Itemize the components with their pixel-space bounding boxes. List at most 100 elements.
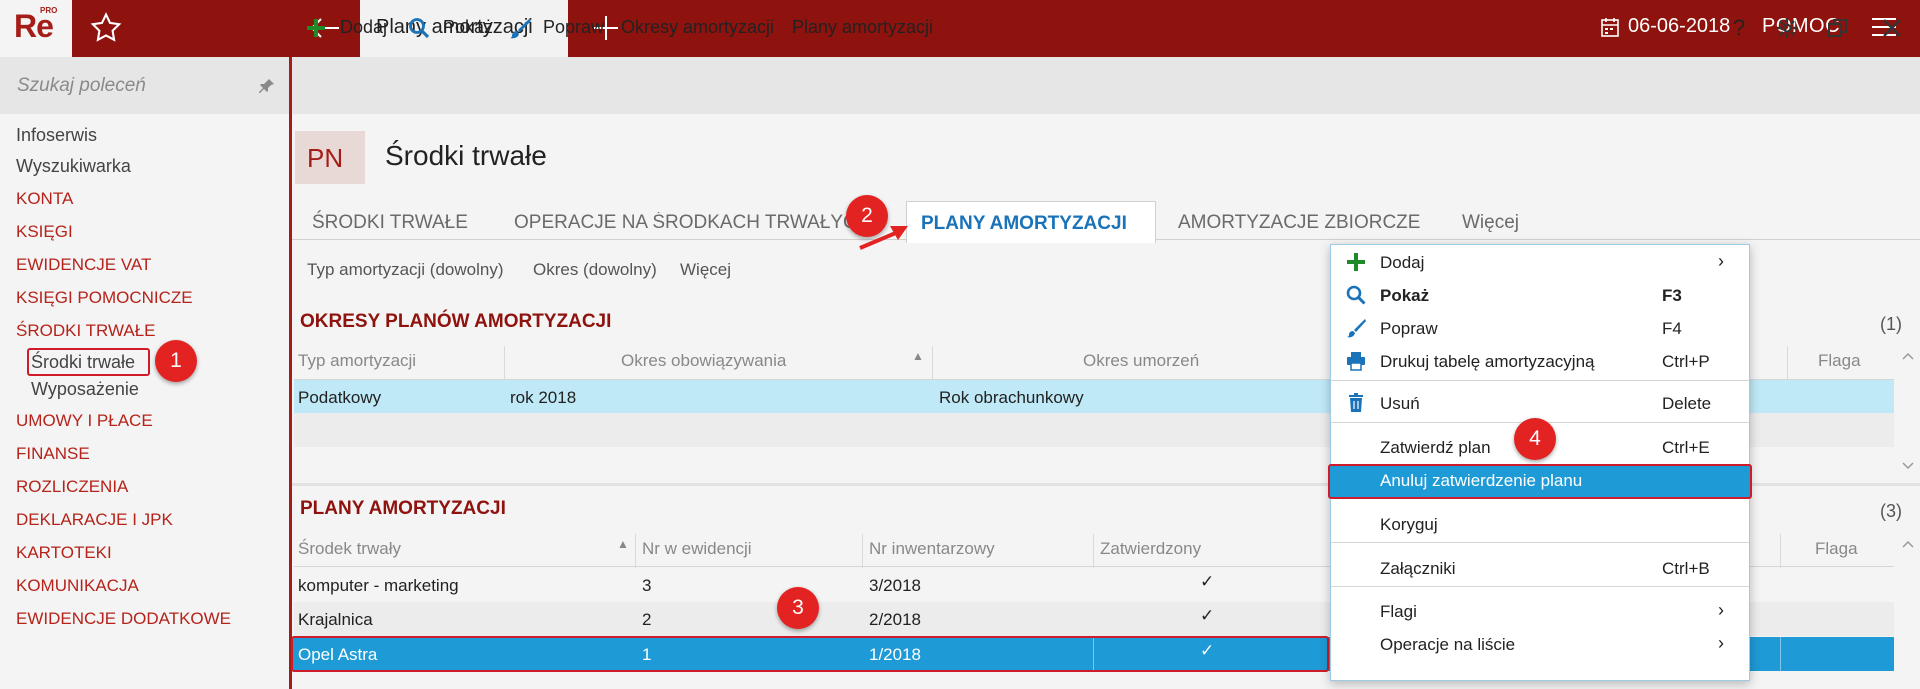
sidebar-item-ewidencje-dodatkowe[interactable]: EWIDENCJE DODATKOWE (16, 609, 231, 629)
col-divider (1093, 534, 1094, 568)
col-divider (862, 534, 863, 568)
col-zatwierdzony[interactable]: Zatwierdzony (1100, 539, 1201, 559)
context-item-flagi[interactable]: Flagi (1380, 602, 1417, 622)
filter-typ-amortyzacji[interactable]: Typ amortyzacji (dowolny) (307, 260, 504, 280)
context-item-drukuj[interactable]: Drukuj tabelę amortyzacyjną (1380, 352, 1594, 372)
plans-table-title: PLANY AMORTYZACJI (300, 498, 506, 519)
context-item-anuluj-zatwierdzenie[interactable]: Anuluj zatwierdzenie planu (1380, 471, 1582, 491)
top-bar: Re PRO Plany amortyzacji 06-06-2018 POMO… (0, 0, 1920, 57)
callout-badge-4: 4 (1514, 418, 1556, 460)
brush-icon (1347, 319, 1366, 338)
sidebar-item-umowy-i-place[interactable]: UMOWY I PŁACE (16, 411, 153, 431)
cell-nr-ewid: 3 (642, 576, 652, 595)
sidebar-item-komunikacja[interactable]: KOMUNIKACJA (16, 576, 139, 596)
col-divider (932, 346, 933, 380)
sidebar-item-rozliczenia[interactable]: ROZLICZENIA (16, 477, 128, 497)
submenu-arrow-icon: › (1718, 251, 1724, 271)
context-item-pokaz[interactable]: Pokaż (1380, 286, 1429, 306)
col-flaga[interactable]: Flaga (1818, 351, 1861, 371)
menu-separator (1331, 542, 1749, 543)
cell-nr-inw: 2/2018 (869, 610, 921, 629)
periods-button[interactable]: Okresy amortyzacji (621, 17, 774, 38)
help-icon[interactable]: ? (1733, 15, 1745, 41)
tab-srodki-trwale[interactable]: ŚRODKI TRWAŁE (312, 212, 468, 234)
show-button[interactable]: Pokaż (443, 17, 493, 38)
tab-wiecej[interactable]: Więcej (1462, 212, 1519, 234)
context-item-koryguj[interactable]: Koryguj (1380, 515, 1438, 535)
sidebar-item-ewidencje-vat[interactable]: EWIDENCJE VAT (16, 255, 151, 275)
filter-okres[interactable]: Okres (dowolny) (533, 260, 657, 280)
sidebar-item-wyposazenie[interactable]: Wyposażenie (31, 379, 139, 400)
tab-plany-amortyzacji-active[interactable]: PLANY AMORTYZACJI (906, 201, 1156, 243)
printer-icon (1347, 352, 1365, 371)
submenu-arrow-icon: › (1718, 633, 1724, 653)
close-icon[interactable] (1880, 16, 1904, 40)
sort-asc-icon[interactable]: ▲ (912, 349, 924, 363)
gear-icon[interactable] (1775, 16, 1799, 40)
periods-table-title: OKRESY PLANÓW AMORTYZACJI (300, 311, 612, 332)
search-placeholder: Szukaj poleceń (17, 75, 146, 96)
filter-wiecej[interactable]: Więcej (680, 260, 731, 280)
sort-asc-icon[interactable]: ▲ (617, 537, 629, 551)
shortcut-f4: F4 (1662, 319, 1682, 338)
plans-button[interactable]: Plany amortyzacji (792, 17, 933, 38)
shortcut-ctrl-p: Ctrl+P (1662, 352, 1710, 371)
col-divider (1780, 637, 1781, 671)
col-okres-obowiazywania[interactable]: Okres obowiązywania (621, 351, 786, 371)
sidebar-item-kartoteki[interactable]: KARTOTEKI (16, 543, 112, 563)
cell-okres-umorzen: Rok obrachunkowy (939, 388, 1084, 407)
sidebar-item-wyszukiwarka[interactable]: Wyszukiwarka (16, 156, 131, 177)
context-item-operacje-na-liscie[interactable]: Operacje na liście (1380, 635, 1515, 655)
shortcut-delete: Delete (1662, 394, 1712, 413)
context-item-usun[interactable]: Usuń (1380, 394, 1420, 414)
sidebar-item-srodki-trwale-section[interactable]: ŚRODKI TRWAŁE (16, 321, 156, 341)
sidebar-item-ksiegi-pomocnicze[interactable]: KSIĘGI POMOCNICZE (16, 288, 193, 308)
sidebar-item-ksiegi[interactable]: KSIĘGI (16, 222, 73, 242)
context-item-popraw[interactable]: Popraw (1380, 319, 1438, 339)
col-okres-umorzen[interactable]: Okres umorzeń (1083, 351, 1199, 371)
shortcut-f3: F3 (1662, 286, 1682, 305)
trash-icon (1349, 393, 1363, 412)
col-nr-inwentarzowy[interactable]: Nr inwentarzowy (869, 539, 995, 559)
context-item-dodaj[interactable]: Dodaj (1380, 253, 1424, 273)
star-icon[interactable] (88, 10, 124, 46)
plus-icon[interactable] (305, 17, 327, 39)
tab-plany-label: PLANY AMORTYZACJI (921, 213, 1127, 234)
col-srodek-trwaly[interactable]: Środek trwały (298, 539, 401, 559)
scroll-up-icon[interactable] (1900, 536, 1916, 552)
edit-button[interactable]: Popraw (543, 17, 604, 38)
col-nr-w-ewidencji[interactable]: Nr w ewidencji (642, 539, 752, 559)
app-logo[interactable]: Re PRO (0, 0, 72, 57)
scroll-up-icon[interactable] (1900, 348, 1916, 364)
col-divider (504, 346, 505, 380)
sidebar-item-deklaracje-jpk[interactable]: DEKLARACJE I JPK (16, 510, 173, 530)
pin-icon[interactable] (258, 77, 276, 95)
col-divider (1780, 534, 1781, 568)
window-restore-icon[interactable] (1826, 16, 1850, 40)
callout-arrow-icon (859, 226, 908, 250)
menu-separator (1331, 380, 1749, 381)
sidebar-item-finanse[interactable]: FINANSE (16, 444, 90, 464)
page-badge-text: PN (307, 143, 344, 173)
sidebar-item-konta[interactable]: KONTA (16, 189, 73, 209)
cell-nr-inw: 3/2018 (869, 576, 921, 595)
cell-srodek: Krajalnica (298, 610, 373, 629)
periods-count: (1) (1880, 314, 1902, 334)
brush-icon[interactable] (509, 17, 531, 39)
context-item-zalaczniki[interactable]: Załączniki (1380, 559, 1456, 579)
sidebar-item-infoserwis[interactable]: Infoserwis (16, 125, 97, 146)
current-date[interactable]: 06-06-2018 (1628, 15, 1730, 38)
tab-operacje[interactable]: OPERACJE NA ŚRODKACH TRWAŁYCH (514, 212, 879, 234)
col-flaga[interactable]: Flaga (1815, 539, 1858, 559)
search-icon[interactable] (408, 17, 430, 39)
calendar-icon[interactable] (1601, 17, 1619, 37)
command-search[interactable]: Szukaj poleceń (0, 57, 289, 114)
context-item-zatwierdz[interactable]: Zatwierdź plan (1380, 438, 1491, 458)
scroll-down-icon[interactable] (1900, 458, 1916, 474)
col-typ-amortyzacji[interactable]: Typ amortyzacji (298, 351, 416, 371)
add-button[interactable]: Dodaj (340, 17, 387, 38)
callout-badge-1: 1 (155, 340, 197, 382)
highlight-selected-row (291, 636, 1329, 672)
plus-icon (1347, 253, 1365, 271)
tab-amortyzacje-zbiorcze[interactable]: AMORTYZACJE ZBIORCZE (1178, 212, 1420, 234)
